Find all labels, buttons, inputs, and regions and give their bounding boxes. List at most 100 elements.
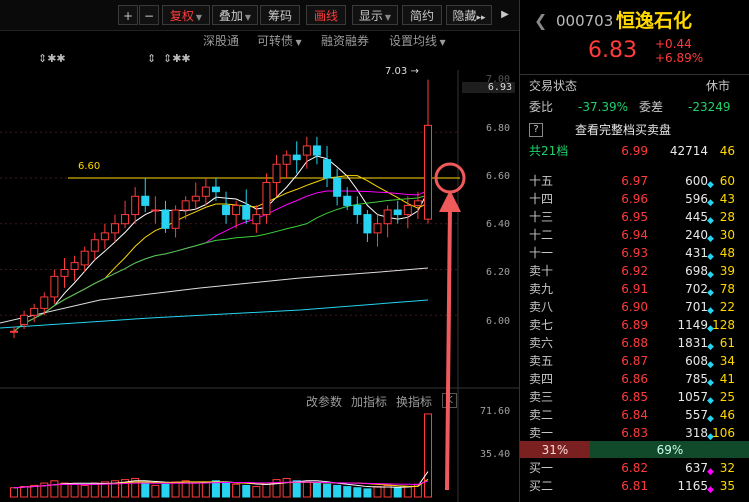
ask-row[interactable]: 十二 6.94 240 ◆ 30 [520,226,749,244]
ask-row[interactable]: 卖五 6.87 608 ◆ 34 [520,352,749,370]
ask-price: 6.92 [621,264,648,278]
ask-label: 卖一 [529,426,554,440]
ask-price: 6.84 [621,408,648,422]
high-value: 7.03 [385,66,408,77]
total-vol: 42714 [669,144,708,158]
bid-price: 6.81 [621,479,648,493]
double-chevron-icon: ▸▸ [476,13,486,23]
ask-count: 61 [719,336,735,350]
fuquan-dropdown[interactable]: 复权 ▼ [162,5,210,25]
candle-body [80,250,89,266]
yincang-button[interactable]: 隐藏▸▸ [446,5,492,25]
volume-bar [50,480,59,498]
volume-bar [292,480,301,498]
chouma-button[interactable]: 筹码 [260,5,300,25]
ask-row[interactable]: 卖十 6.92 698 ◆ 39 [520,262,749,280]
candle-body [323,159,332,179]
jianyue-button[interactable]: 简约 [402,5,442,25]
volume-bar [70,483,79,498]
moving-averages [0,155,429,332]
price-block: 6.83 +0.44 +6.89% [520,37,749,68]
help-icon[interactable]: ? [529,123,543,137]
ask-label: 十五 [529,174,554,188]
candle-body [201,186,210,197]
sell-ratio: 69% [590,441,749,458]
ask-row[interactable]: 十五 6.97 600 ◆ 60 [520,172,749,190]
ma-settings-dropdown[interactable]: 设置均线 ▼ [389,32,446,49]
ask-row[interactable]: 卖六 6.88 1831 ◆ 61 [520,334,749,352]
ask-row[interactable]: 卖一 6.83 318 ◆ 106 [520,424,749,442]
candle-body [333,177,342,197]
chart-toolbar: + − 复权 ▼ 叠加 ▼ 筹码 画线 显示 ▼ 简约 隐藏▸▸ ▶ [0,0,519,31]
ask-count: 106 [712,426,735,440]
volume-bar [312,482,321,498]
high-annotation: 7.03 → [385,66,419,77]
candle-body [302,145,311,156]
zoom-in-button[interactable]: + [118,5,138,25]
bid-label: 买一 [529,461,554,475]
volume-bar [222,482,231,498]
full-book-link[interactable]: 查看完整档买卖盘 [575,121,671,139]
stock-name: 恒逸石化 [616,10,693,32]
ask-label: 十四 [529,192,554,206]
ask-label: 卖八 [529,300,554,314]
total-price: 6.99 [621,144,648,158]
ask-count: 78 [719,282,735,296]
ask-row[interactable]: 卖四 6.86 785 ◆ 41 [520,370,749,388]
candle-body [363,214,372,234]
bid-row[interactable]: 买一 6.82 637 ◆ 32 [520,459,749,477]
add-indicator-button[interactable]: 加指标 [351,393,387,410]
volume-bar [191,482,200,498]
ask-volume: 445 [685,210,708,224]
ask-price: 6.86 [621,372,648,386]
xianshi-dropdown[interactable]: 显示 ▼ [352,5,398,25]
ask-volume: 240 [685,228,708,242]
ask-price: 6.95 [621,210,648,224]
ask-volume: 701 [685,300,708,314]
ask-row[interactable]: 卖九 6.91 702 ◆ 78 [520,280,749,298]
candle-body [50,275,59,298]
volume-bar [20,486,29,498]
candle-body [141,195,150,206]
ask-row[interactable]: 卖七 6.89 1149 ◆ 128 [520,316,749,334]
total-num: 46 [719,144,735,158]
kezhuanzhai-dropdown[interactable]: 可转债 ▼ [257,32,302,49]
full-book-row[interactable]: ? 查看完整档买卖盘 [520,121,749,139]
ask-price: 6.90 [621,300,648,314]
param-button[interactable]: 改参数 [306,393,342,410]
ask-count: 30 [719,228,735,242]
ma-line [13,189,429,332]
prev-stock-icon[interactable]: ❮ [534,8,547,34]
volume-bar [353,487,362,498]
ask-row[interactable]: 十一 6.93 431 ◆ 48 [520,244,749,262]
ask-row[interactable]: 十四 6.96 596 ◆ 43 [520,190,749,208]
candle-body [171,209,180,229]
ask-row[interactable]: 卖二 6.84 557 ◆ 46 [520,406,749,424]
candle-body [232,204,241,216]
ask-price: 6.97 [621,174,648,188]
ask-label: 卖六 [529,336,554,350]
ask-volume: 431 [685,246,708,260]
stock-header: ❮ 000703 恒逸石化 [520,8,749,34]
ask-volume: 557 [685,408,708,422]
huaxian-button[interactable]: 画线 [306,5,346,25]
fuquan-label: 复权 [169,9,194,23]
candle-body [121,214,130,225]
last-price: 6.83 [588,38,637,63]
bid-volume: 637 [685,461,708,475]
volume-bar [403,486,412,498]
shengutong-link[interactable]: 深股通 [203,32,239,49]
zoom-out-button[interactable]: − [139,5,159,25]
ask-label: 十三 [529,210,554,224]
diejia-dropdown[interactable]: 叠加 ▼ [212,5,258,25]
ask-row[interactable]: 卖三 6.85 1057 ◆ 25 [520,388,749,406]
bid-row[interactable]: 买二 6.81 1165 ◆ 35 [520,477,749,495]
xianshi-label: 显示 [358,9,383,23]
rongzi-link[interactable]: 融资融券 [321,32,369,49]
candle-body [252,214,261,225]
candle-body [30,307,39,316]
volume-bar [242,484,251,498]
ask-row[interactable]: 卖八 6.90 701 ◆ 22 [520,298,749,316]
ask-row[interactable]: 十三 6.95 445 ◆ 28 [520,208,749,226]
collapse-panel-icon[interactable]: ▶ [497,5,513,25]
